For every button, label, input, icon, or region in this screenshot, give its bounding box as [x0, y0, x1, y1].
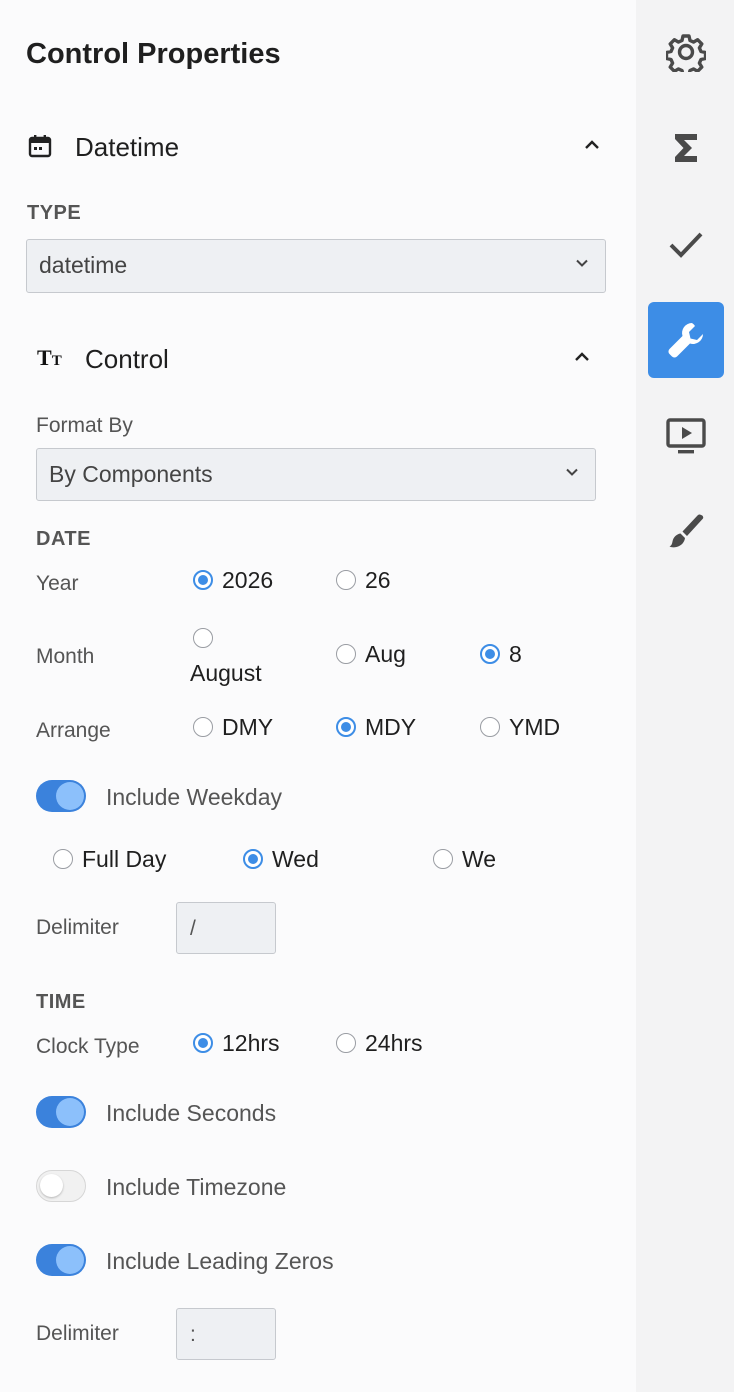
- radio-unselected[interactable]: [336, 644, 356, 664]
- date-heading: DATE: [36, 528, 91, 550]
- month-label: Month: [36, 645, 95, 668]
- radio-selected[interactable]: [193, 570, 213, 590]
- radio-unselected[interactable]: [53, 849, 73, 869]
- gear-icon: [666, 34, 706, 72]
- type-select-value: datetime: [39, 252, 128, 278]
- chevron-down-icon: [565, 464, 579, 482]
- radio-unselected[interactable]: [336, 1033, 356, 1053]
- include-timezone-toggle[interactable]: [36, 1170, 86, 1202]
- include-seconds-toggle[interactable]: [36, 1096, 86, 1128]
- option-label: DMY: [222, 714, 274, 740]
- play-screen-icon: [666, 418, 706, 454]
- year-label: Year: [36, 572, 79, 595]
- include-leading-zeros-label: Include Leading Zeros: [106, 1248, 334, 1274]
- month-option-august[interactable]: August: [190, 624, 290, 688]
- option-label: 12hrs: [222, 1030, 280, 1056]
- include-timezone-label: Include Timezone: [106, 1174, 287, 1200]
- time-delimiter-label: Delimiter: [36, 1322, 119, 1345]
- chevron-up-icon[interactable]: [574, 350, 590, 368]
- wrench-icon: [668, 323, 703, 358]
- arrange-label: Arrange: [36, 719, 111, 742]
- panel-title: Control Properties: [26, 38, 281, 70]
- year-option-2026[interactable]: 2026: [193, 566, 303, 596]
- datetime-section-label: Datetime: [75, 132, 180, 162]
- arrange-option-mdy[interactable]: MDY: [336, 713, 436, 743]
- chevron-down-icon: [575, 255, 589, 273]
- weekday-option-full-day[interactable]: Full Day: [53, 845, 193, 875]
- time-heading: TIME: [36, 991, 86, 1013]
- option-label: Wed: [272, 846, 319, 872]
- include-weekday-toggle[interactable]: [36, 780, 86, 812]
- type-select[interactable]: datetime: [26, 239, 606, 293]
- option-label: August: [190, 660, 262, 686]
- option-label: YMD: [509, 714, 561, 740]
- include-seconds-label: Include Seconds: [106, 1100, 277, 1126]
- datetime-section-header[interactable]: Datetime: [0, 120, 620, 174]
- check-icon: [669, 232, 703, 258]
- chevron-up-icon[interactable]: [584, 138, 600, 156]
- control-section-label: Control: [85, 344, 169, 374]
- arrange-option-ymd[interactable]: YMD: [480, 713, 580, 743]
- format-by-select-value: By Components: [49, 461, 213, 487]
- option-label: MDY: [365, 714, 417, 740]
- month-option-8[interactable]: 8: [480, 640, 540, 670]
- radio-selected[interactable]: [480, 644, 500, 664]
- brush-icon: [669, 514, 704, 548]
- radio-selected[interactable]: [193, 1033, 213, 1053]
- clock-type-label: Clock Type: [36, 1035, 140, 1058]
- radio-unselected[interactable]: [193, 628, 213, 648]
- sigma-icon: [675, 134, 697, 162]
- time-delimiter-input[interactable]: :: [176, 1308, 276, 1360]
- arrange-option-dmy[interactable]: DMY: [193, 713, 293, 743]
- include-leading-zeros-toggle[interactable]: [36, 1244, 86, 1276]
- weekday-option-we[interactable]: We: [433, 845, 513, 875]
- month-option-aug[interactable]: Aug: [336, 640, 426, 670]
- type-label: TYPE: [27, 202, 82, 224]
- option-label: 26: [365, 567, 391, 593]
- date-delimiter-label: Delimiter: [36, 916, 119, 939]
- radio-selected[interactable]: [243, 849, 263, 869]
- year-option-26[interactable]: 26: [336, 566, 416, 596]
- control-settings-tab[interactable]: [648, 302, 724, 378]
- option-label: 24hrs: [365, 1030, 423, 1056]
- radio-unselected[interactable]: [480, 717, 500, 737]
- radio-unselected[interactable]: [336, 570, 356, 590]
- date-delimiter-value: /: [190, 917, 196, 940]
- option-label: We: [462, 846, 497, 872]
- validation-tab[interactable]: [648, 206, 724, 282]
- radio-unselected[interactable]: [193, 717, 213, 737]
- clock-option-24hrs[interactable]: 24hrs: [336, 1029, 446, 1059]
- properties-panel: Control Properties Datetime TYPE datetim…: [0, 0, 636, 1392]
- preview-tab[interactable]: [648, 398, 724, 474]
- date-delimiter-input[interactable]: /: [176, 902, 276, 954]
- calendar-icon: [28, 134, 52, 163]
- weekday-option-wed[interactable]: Wed: [243, 845, 343, 875]
- text-size-icon: TT: [37, 345, 62, 370]
- option-label: Aug: [365, 641, 406, 667]
- include-weekday-label: Include Weekday: [106, 784, 283, 810]
- format-by-select[interactable]: By Components: [36, 448, 596, 501]
- control-section-header[interactable]: TT Control: [0, 332, 620, 386]
- aggregate-tab[interactable]: [648, 110, 724, 186]
- radio-unselected[interactable]: [433, 849, 453, 869]
- option-label: 8: [509, 641, 522, 667]
- option-label: 2026: [222, 567, 274, 593]
- radio-selected[interactable]: [336, 717, 356, 737]
- clock-option-12hrs[interactable]: 12hrs: [193, 1029, 303, 1059]
- settings-tab[interactable]: [648, 14, 724, 90]
- format-by-label: Format By: [36, 414, 133, 437]
- time-delimiter-value: :: [190, 1323, 196, 1346]
- option-label: Full Day: [82, 846, 167, 872]
- style-tab[interactable]: [648, 494, 724, 570]
